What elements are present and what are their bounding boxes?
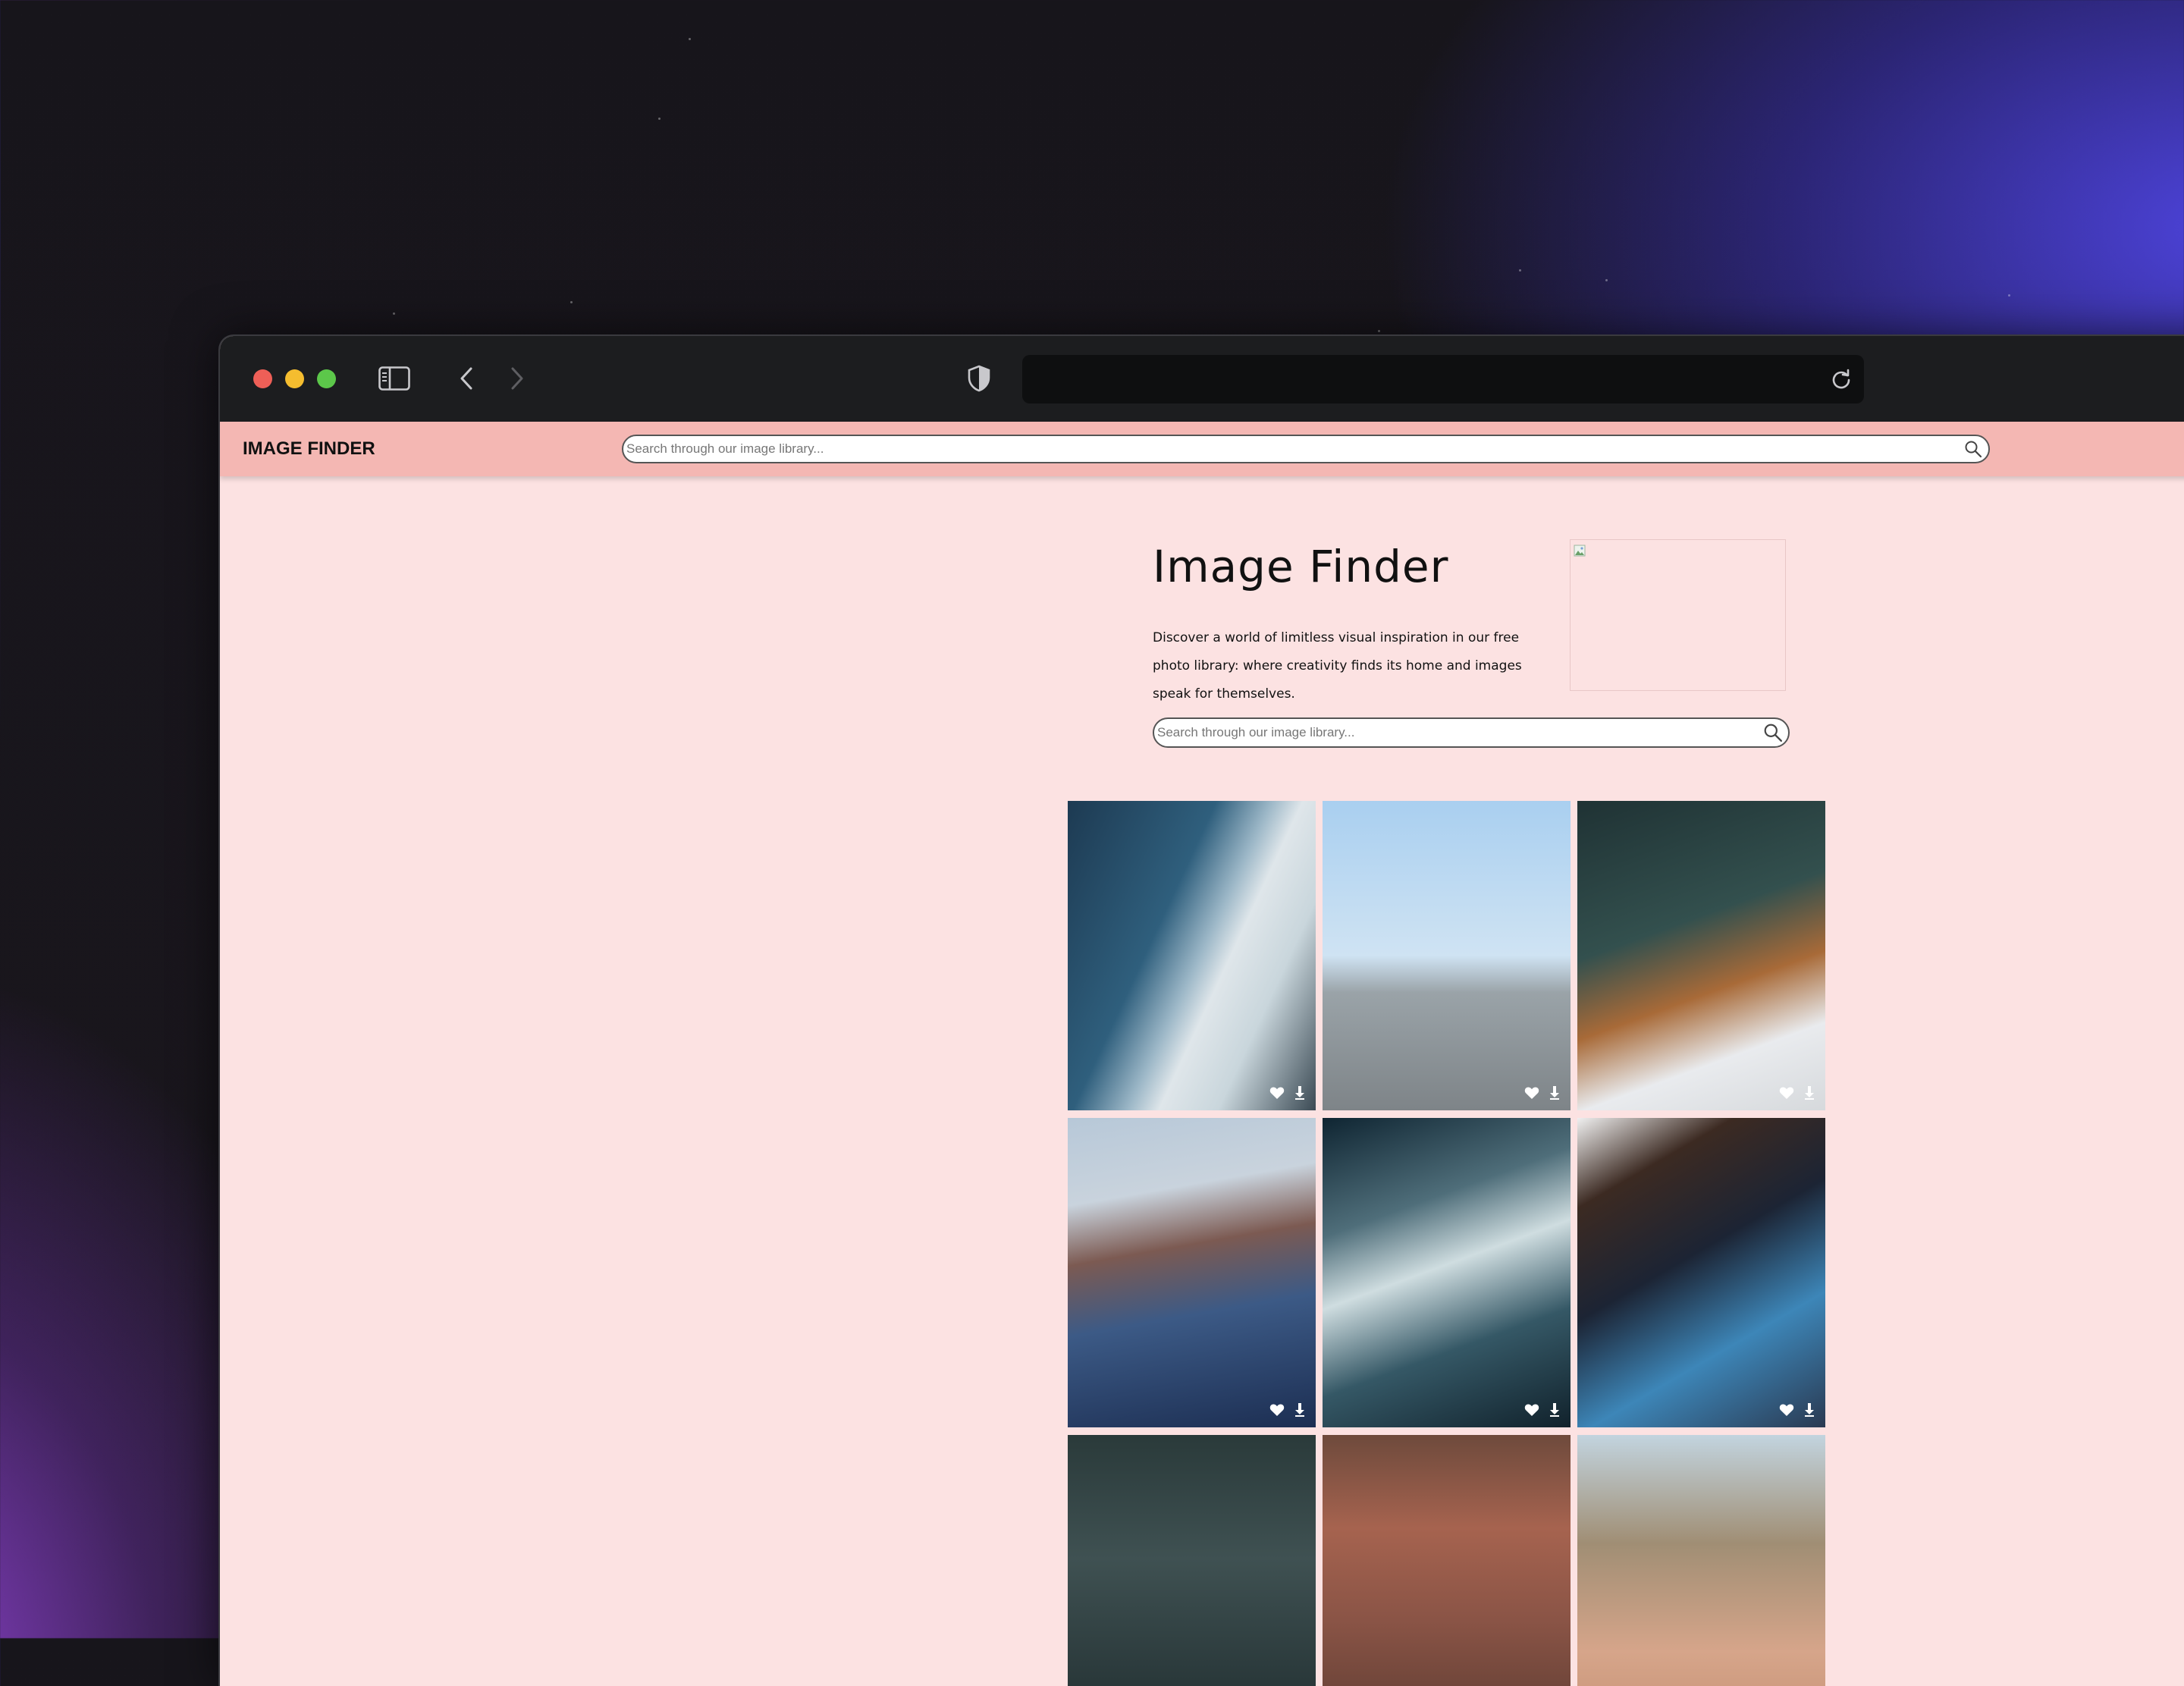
- tile-actions: [1523, 1402, 1563, 1418]
- download-icon[interactable]: [1546, 1402, 1563, 1418]
- navbar-search: [622, 435, 1990, 463]
- site-brand[interactable]: IMAGE FINDER: [243, 422, 375, 476]
- gallery-image-tile[interactable]: [1323, 1435, 1571, 1686]
- site-navbar: IMAGE FINDER: [220, 422, 2184, 476]
- navbar-search-input[interactable]: [623, 436, 1958, 462]
- tile-actions: [1269, 1402, 1308, 1418]
- gallery-image-tile[interactable]: [1068, 1118, 1316, 1427]
- close-window-button[interactable]: [253, 369, 272, 388]
- broken-image-icon: [1574, 545, 1586, 557]
- gallery-image-tile[interactable]: [1068, 801, 1316, 1110]
- heart-icon[interactable]: [1778, 1085, 1795, 1101]
- gallery-image-tile[interactable]: [1577, 1435, 1825, 1686]
- hero-description: Discover a world of limitless visual ins…: [1153, 630, 1522, 702]
- hero-search-input[interactable]: [1154, 719, 1758, 746]
- sidebar-icon[interactable]: [378, 365, 411, 392]
- heart-icon[interactable]: [1523, 1402, 1540, 1418]
- tile-actions: [1523, 1085, 1563, 1101]
- download-icon[interactable]: [1291, 1085, 1308, 1101]
- chevron-right-icon[interactable]: [506, 365, 529, 392]
- browser-toolbar: [220, 336, 2184, 422]
- search-icon[interactable]: [1958, 436, 1988, 462]
- heart-icon[interactable]: [1269, 1085, 1285, 1101]
- hero-title: Image Finder: [1153, 541, 1449, 592]
- hero-image: [1570, 539, 1786, 691]
- maximize-window-button[interactable]: [317, 369, 336, 388]
- gallery-image-tile[interactable]: [1323, 801, 1571, 1110]
- gallery-image-tile[interactable]: [1577, 801, 1825, 1110]
- browser-window: IMAGE FINDER Image Finder Discover a wor…: [218, 334, 2184, 1686]
- minimize-window-button[interactable]: [285, 369, 304, 388]
- gallery-image-tile[interactable]: [1577, 1118, 1825, 1427]
- heart-icon[interactable]: [1778, 1402, 1795, 1418]
- search-icon[interactable]: [1758, 719, 1788, 746]
- heart-icon[interactable]: [1523, 1085, 1540, 1101]
- shield-icon[interactable]: [965, 363, 993, 394]
- download-icon[interactable]: [1801, 1085, 1818, 1101]
- gallery-image-tile[interactable]: [1068, 1435, 1316, 1686]
- download-icon[interactable]: [1801, 1402, 1818, 1418]
- address-bar[interactable]: [1022, 355, 1864, 403]
- heart-icon[interactable]: [1269, 1402, 1285, 1418]
- reload-icon[interactable]: [1829, 367, 1853, 391]
- hero-search: [1153, 717, 1790, 748]
- tile-actions: [1778, 1085, 1818, 1101]
- download-icon[interactable]: [1291, 1402, 1308, 1418]
- download-icon[interactable]: [1546, 1085, 1563, 1101]
- chevron-left-icon[interactable]: [455, 365, 478, 392]
- gallery-image-tile[interactable]: [1323, 1118, 1571, 1427]
- tile-actions: [1778, 1402, 1818, 1418]
- tile-actions: [1269, 1085, 1308, 1101]
